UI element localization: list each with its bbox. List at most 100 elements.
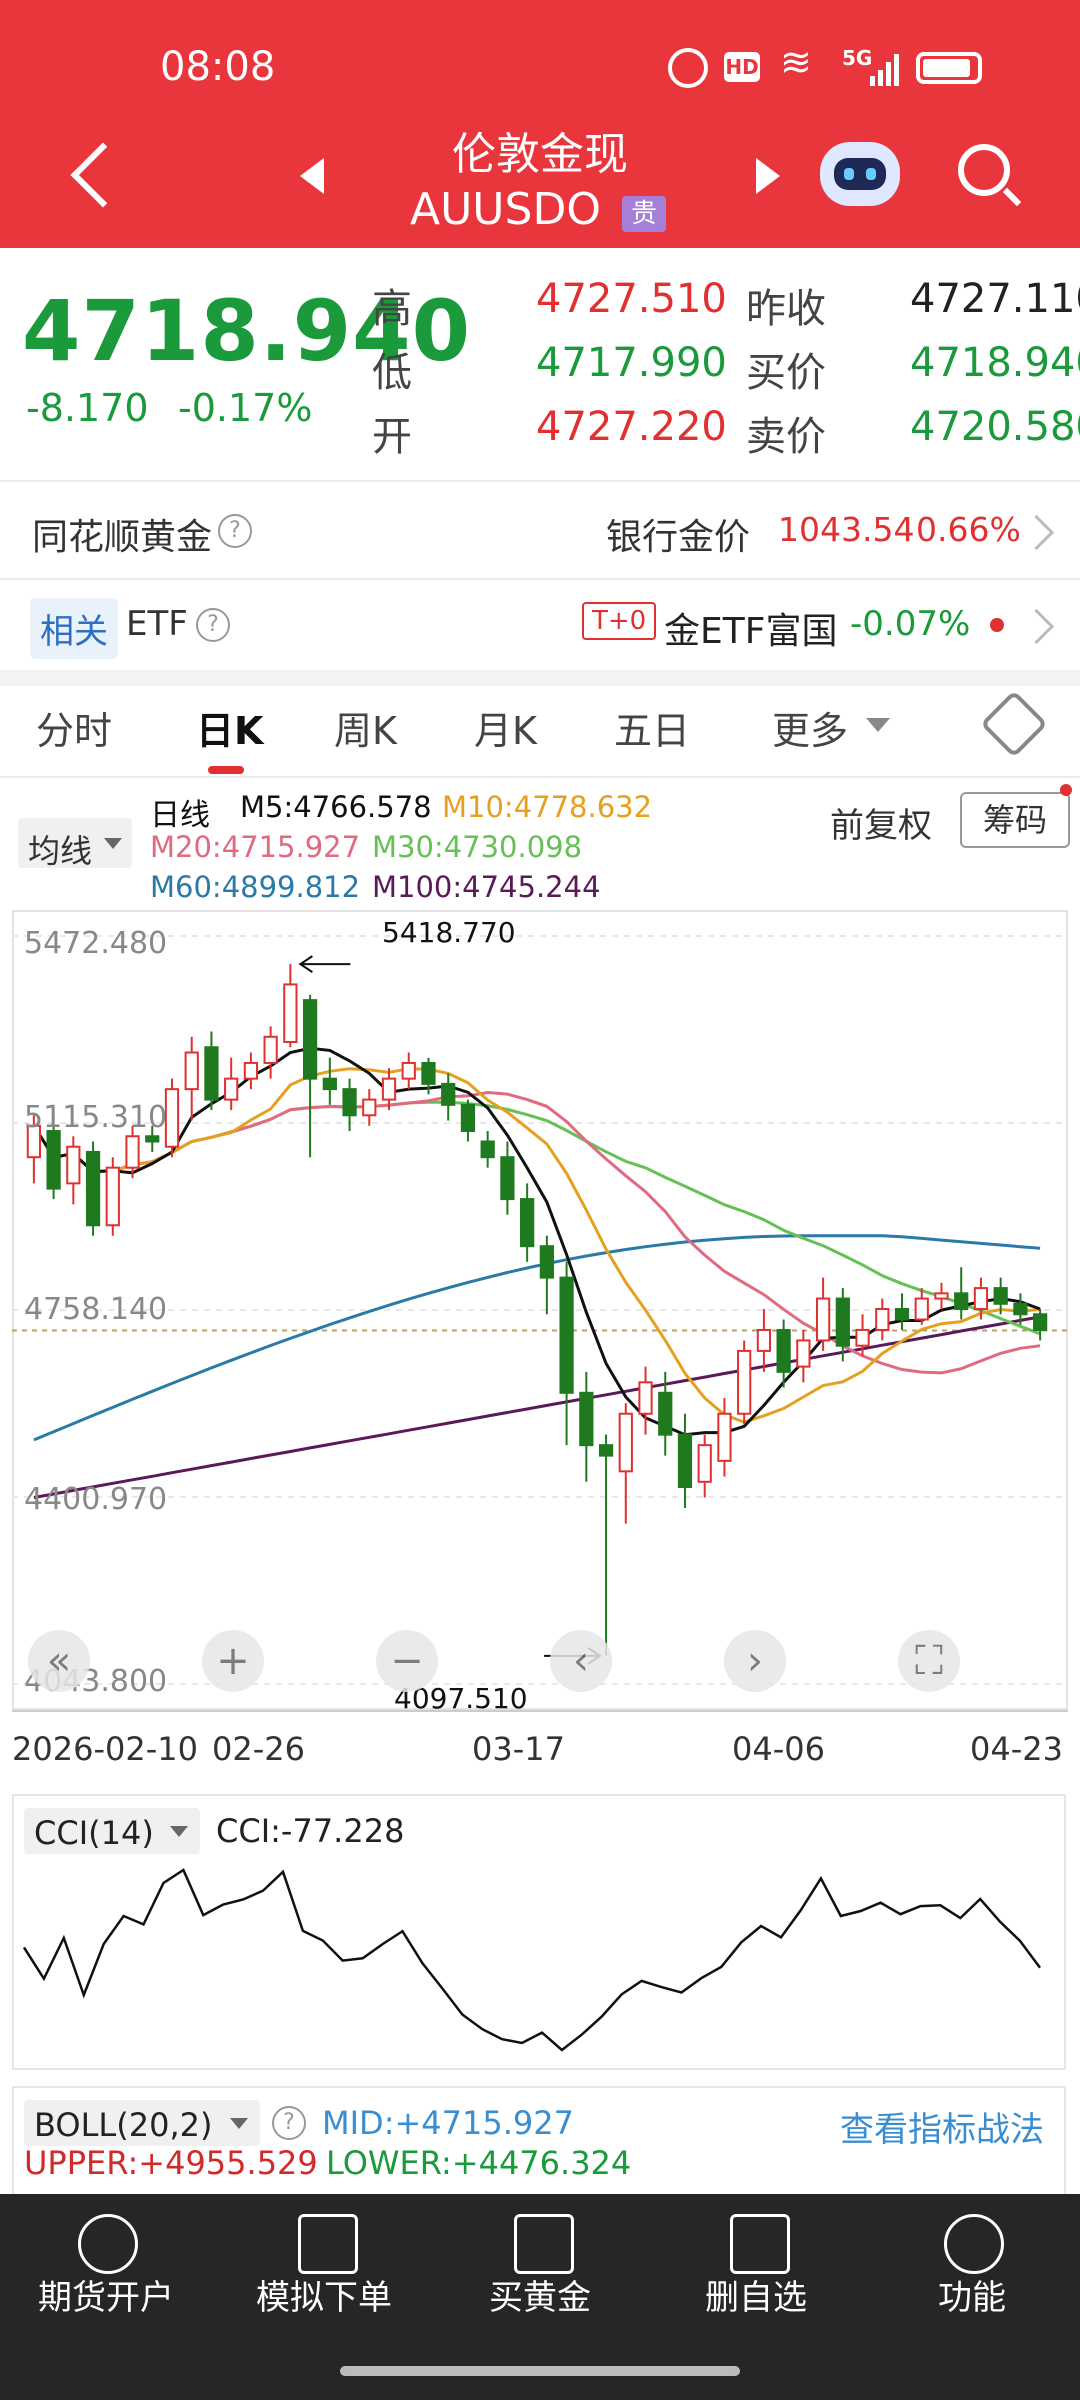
robot-icon[interactable]: [820, 142, 900, 206]
boll-mid: MID:+4715.927: [322, 2104, 574, 2142]
remove-watchlist-icon: [730, 2214, 790, 2274]
candle-body: [717, 1412, 732, 1462]
ma30-value: M30:4730.098: [372, 830, 583, 864]
adjust-label[interactable]: 前复权: [830, 798, 932, 847]
etf-row[interactable]: 相关 ETF ? T+0 金ETF富国 -0.07%: [0, 580, 1080, 670]
high-label: 高: [372, 286, 412, 332]
prev-close-label: 昨收: [746, 286, 826, 332]
candle-body: [283, 983, 298, 1044]
candle-body: [658, 1391, 673, 1436]
boll-selector[interactable]: BOLL(20,2): [24, 2100, 260, 2146]
page-title: 伦敦金现: [452, 129, 628, 180]
candle-body: [737, 1349, 752, 1415]
y-tick-label: 4400.970: [24, 1482, 168, 1517]
candle-body: [598, 1444, 614, 1457]
candle-body: [342, 1088, 357, 1117]
tab-week-k[interactable]: 周K: [334, 700, 397, 755]
battery-icon: [916, 52, 982, 84]
candle-body: [638, 1381, 653, 1415]
dropdown-icon: [104, 838, 122, 849]
candle-body: [85, 1150, 101, 1227]
open-label: 开: [372, 414, 412, 460]
nav-futures-account[interactable]: 期货开户: [6, 2270, 206, 2319]
period-label: 日线: [150, 798, 210, 833]
boll-strategy-link[interactable]: 查看指标战法: [840, 2102, 1044, 2151]
high-marker: 5418.770: [382, 916, 516, 949]
tab-fenshi[interactable]: 分时: [36, 700, 112, 755]
nav-functions[interactable]: 功能: [872, 2270, 1072, 2319]
prev-icon[interactable]: [300, 158, 324, 194]
fullscreen-icon[interactable]: ⛶: [898, 1630, 960, 1692]
ma100-line: [33, 1315, 1041, 1499]
price-change: -8.170: [26, 386, 149, 430]
candle-body: [973, 1287, 989, 1311]
simulated-order-icon: [298, 2214, 358, 2274]
ma20-value: M20:4715.927: [150, 830, 361, 864]
candle-body: [875, 1308, 890, 1331]
zoom-in-icon[interactable]: +: [202, 1630, 264, 1692]
candle-body: [894, 1308, 910, 1321]
ma60-line: [33, 1234, 1041, 1442]
precious-badge: 贵: [622, 196, 666, 232]
section-gap: [0, 670, 1080, 686]
candle-body: [993, 1287, 1008, 1305]
candle-body: [756, 1328, 772, 1352]
candle-body: [243, 1061, 259, 1080]
zoom-out-icon[interactable]: −: [376, 1630, 438, 1692]
fast-back-icon[interactable]: «: [28, 1630, 90, 1692]
candle-body: [164, 1088, 180, 1148]
ma-selector[interactable]: 均线: [18, 818, 132, 870]
nav-buy-gold[interactable]: 买黄金: [440, 2270, 640, 2319]
futures-account-icon: [78, 2214, 138, 2274]
help-icon[interactable]: ?: [218, 514, 252, 548]
candlestick-chart[interactable]: [12, 910, 1068, 1710]
ma60-value: M60:4899.812: [150, 870, 361, 904]
high-value: 4727.510: [536, 276, 727, 322]
scroll-left-icon[interactable]: ‹: [550, 1630, 612, 1692]
symbol-code: AUUSDO: [410, 184, 601, 235]
candle-body: [322, 1077, 337, 1091]
status-time: 08:08: [160, 44, 276, 90]
back-icon[interactable]: [70, 142, 136, 208]
wifi-icon: ≋: [780, 40, 812, 84]
bid-value: 4718.940: [910, 340, 1080, 386]
candle-body: [855, 1328, 870, 1347]
ma5-value: M5:4766.578: [240, 790, 432, 824]
bank-gold-price: 1043.54: [778, 510, 915, 549]
signal-icon: [870, 52, 900, 86]
t0-badge: T+0: [582, 602, 657, 640]
price-change-pct: -0.17%: [178, 386, 313, 430]
next-icon[interactable]: [756, 158, 780, 194]
scroll-right-icon[interactable]: ›: [724, 1630, 786, 1692]
tab-five-day[interactable]: 五日: [614, 700, 690, 755]
red-dot: [990, 618, 1004, 632]
gold-title: 同花顺黄金: [32, 517, 213, 558]
ask-label: 卖价: [746, 414, 826, 460]
more-dropdown-icon: [866, 718, 890, 732]
search-icon[interactable]: [958, 144, 1010, 196]
candle-body: [125, 1135, 140, 1169]
nav-simulated-order[interactable]: 模拟下单: [224, 2270, 424, 2319]
etf-title: ETF: [126, 604, 188, 644]
chips-button[interactable]: 筹码: [960, 792, 1070, 848]
chips-dot: [1060, 784, 1072, 796]
hd-icon: HD: [724, 52, 760, 82]
candle-body: [145, 1135, 160, 1143]
candle-body: [520, 1198, 535, 1248]
candle-body: [776, 1328, 791, 1373]
settings-icon[interactable]: [980, 690, 1048, 758]
tab-day-k[interactable]: 日K: [196, 700, 263, 755]
candle-body: [1033, 1313, 1048, 1331]
candle-body: [46, 1130, 61, 1190]
gold-row[interactable]: 同花顺黄金 ? 银行金价 1043.54 0.66%: [0, 482, 1080, 578]
tab-more[interactable]: 更多: [772, 700, 848, 755]
x-axis-line: [12, 1710, 1068, 1712]
etf-fund-pct: -0.07%: [850, 604, 971, 644]
candle-body: [441, 1082, 456, 1106]
nav-remove-watchlist[interactable]: 删自选: [656, 2270, 856, 2319]
help-icon[interactable]: ?: [272, 2106, 306, 2140]
tab-month-k[interactable]: 月K: [474, 700, 537, 755]
candle-body: [1013, 1302, 1028, 1316]
candle-body: [618, 1412, 633, 1473]
help-icon[interactable]: ?: [196, 608, 230, 642]
